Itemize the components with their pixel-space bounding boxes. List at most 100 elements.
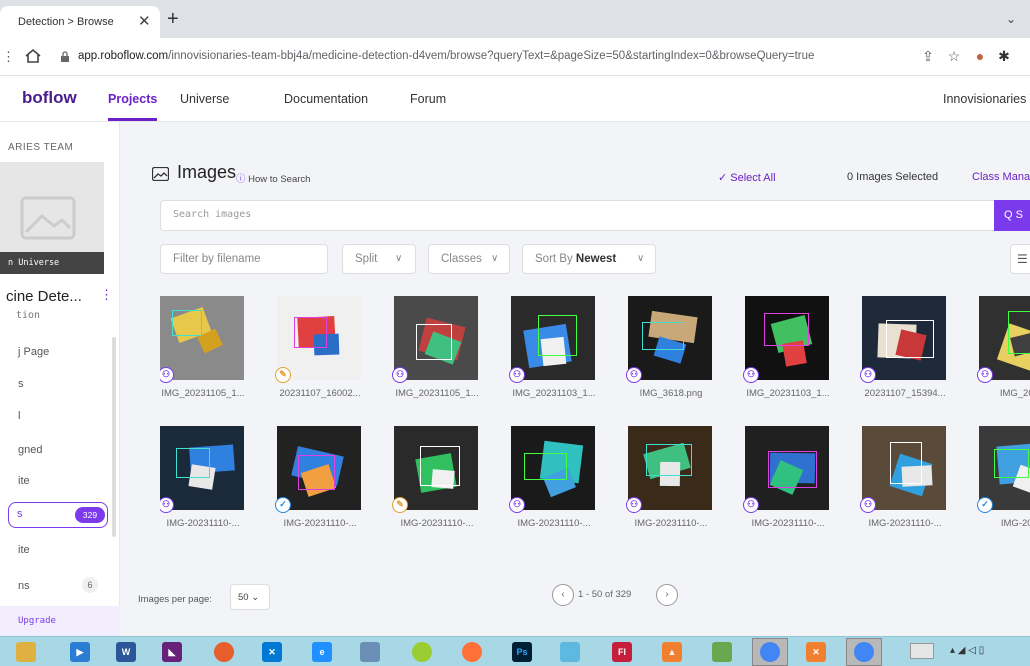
image-thumbnail[interactable]	[745, 296, 829, 380]
image-card[interactable]: ⚇ IMG-20231110-...	[626, 426, 712, 530]
new-tab-icon[interactable]: +	[167, 8, 179, 31]
image-thumbnail[interactable]	[160, 296, 244, 380]
media-icon[interactable]: ▶	[70, 642, 90, 662]
previous-page-button[interactable]: ‹	[552, 584, 574, 606]
upgrade-button[interactable]: Upgrade	[0, 606, 120, 636]
select-all-button[interactable]: ✓ Select All	[718, 171, 776, 184]
file-explorer-icon[interactable]	[16, 642, 36, 662]
check-icon: ✓	[977, 497, 993, 513]
android-icon[interactable]	[712, 642, 732, 662]
classes-label: Classes	[441, 253, 482, 265]
chevron-down-icon[interactable]: ⌄	[1006, 12, 1016, 26]
universe-banner[interactable]: n Universe	[0, 252, 104, 274]
search-button[interactable]: Q S	[994, 200, 1030, 231]
sort-dropdown[interactable]: Sort By Newest ∨	[522, 244, 656, 274]
next-page-button[interactable]: ›	[656, 584, 678, 606]
image-card[interactable]: ⚇ IMG_3618.png	[626, 296, 712, 400]
xampp-icon[interactable]: ✕	[806, 642, 826, 662]
sidebar-item-upload[interactable]: s	[18, 378, 24, 390]
vscode-icon[interactable]: ✕	[262, 642, 282, 662]
visual-studio-icon[interactable]: ◣	[162, 642, 182, 662]
green-app-icon[interactable]	[412, 642, 432, 662]
search-person-icon[interactable]	[360, 642, 380, 662]
image-card[interactable]: ⚇ IMG_20231103_1...	[509, 296, 596, 400]
photoshop-icon[interactable]: Ps	[512, 642, 532, 662]
sidebar-item-generate-2[interactable]: ite	[18, 544, 30, 556]
sidebar-item-annotate[interactable]: l	[18, 410, 20, 422]
orange-app-icon[interactable]	[214, 642, 234, 662]
split-dropdown[interactable]: Split ∨	[342, 244, 416, 274]
sidebar-item-overview[interactable]: j Page	[18, 346, 49, 358]
nav-documentation[interactable]: Documentation	[284, 92, 368, 106]
image-filename: IMG-20231110-...	[400, 518, 474, 529]
nav-universe[interactable]: Universe	[180, 92, 229, 106]
chrome-icon[interactable]	[760, 642, 780, 662]
dots-icon[interactable]: ⋮	[2, 49, 15, 65]
image-thumbnail[interactable]	[862, 296, 946, 380]
star-icon[interactable]: ☆	[946, 48, 962, 64]
roboflow-logo[interactable]: boflow	[22, 88, 77, 108]
image-card[interactable]: ⚇ IMG-20231110-...	[509, 426, 595, 530]
class-management-link[interactable]: Class Manag	[972, 171, 1030, 183]
flash-icon[interactable]: Fl	[612, 642, 632, 662]
image-thumbnail[interactable]	[862, 426, 946, 510]
nav-forum[interactable]: Forum	[410, 92, 446, 106]
image-thumbnail[interactable]	[160, 426, 244, 510]
image-thumbnail[interactable]	[628, 426, 712, 510]
image-card[interactable]: ⚇ IMG-20231110-...	[743, 426, 829, 530]
folder-icon[interactable]	[560, 642, 580, 662]
extension-icon[interactable]: ●	[972, 48, 988, 64]
home-icon[interactable]	[24, 47, 42, 65]
image-card[interactable]: ⚇ IMG_2023	[977, 296, 1030, 400]
image-thumbnail[interactable]	[277, 426, 361, 510]
sidebar-item-versions[interactable]: ns	[18, 580, 30, 592]
image-thumbnail[interactable]	[394, 296, 478, 380]
browser-tab[interactable]: Detection > Browse ✕	[0, 6, 160, 38]
system-tray[interactable]: ▴ ◢ ◁ ▯	[950, 645, 984, 656]
image-thumbnail[interactable]	[511, 426, 595, 510]
image-thumbnail[interactable]	[745, 426, 829, 510]
images-per-page-select[interactable]: 50 ⌄	[230, 584, 270, 610]
share-icon[interactable]: ⇪	[920, 48, 936, 64]
image-card[interactable]: ⚇ IMG-20231110-...	[860, 426, 946, 530]
close-tab-icon[interactable]: ✕	[138, 12, 151, 30]
filter-by-filename-input[interactable]: Filter by filename	[160, 244, 328, 274]
classes-dropdown[interactable]: Classes ∨	[428, 244, 510, 274]
puzzle-icon[interactable]: ✱	[996, 48, 1012, 64]
kebab-menu-icon[interactable]: ⋮	[100, 287, 113, 303]
image-thumbnail[interactable]	[394, 426, 478, 510]
image-card[interactable]: ✎ IMG-20231110-...	[392, 426, 478, 530]
image-card[interactable]: ⚇ IMG_20231103_1...	[743, 296, 830, 400]
nav-projects[interactable]: Projects	[108, 92, 158, 121]
workspace-menu[interactable]: Innovisionaries T	[943, 92, 1030, 106]
image-thumbnail[interactable]	[511, 296, 595, 380]
image-card[interactable]: ✓ IMG-2023	[977, 426, 1030, 530]
image-card[interactable]: ✎ 20231107_16002...	[275, 296, 361, 400]
sidebar-item-dataset[interactable]: s 329	[8, 502, 108, 528]
sidebar-item-generate[interactable]: ite	[18, 475, 30, 487]
image-card[interactable]: ⚇ 20231107_15394...	[860, 296, 946, 400]
image-filename: IMG-20231110-...	[751, 518, 825, 529]
image-card[interactable]: ✓ IMG-20231110-...	[275, 426, 361, 530]
keyboard-icon[interactable]	[910, 643, 934, 659]
firefox-icon[interactable]	[462, 642, 482, 662]
url-text[interactable]: app.roboflow.com/innovisionaries-team-bb…	[78, 50, 814, 62]
image-card[interactable]: ⚇ IMG_20231105_1...	[392, 296, 479, 400]
sidebar-scrollbar[interactable]	[112, 337, 116, 537]
word-icon[interactable]: W	[116, 642, 136, 662]
image-thumbnail[interactable]	[628, 296, 712, 380]
image-filename: 20231107_15394...	[864, 388, 946, 399]
lock-icon[interactable]	[60, 51, 70, 62]
chrome-icon-active[interactable]	[854, 642, 874, 662]
vlc-icon[interactable]: ▲	[662, 642, 682, 662]
edge-icon[interactable]: e	[312, 642, 332, 662]
list-view-icon[interactable]: ☰	[1010, 244, 1030, 274]
image-thumbnail[interactable]	[277, 296, 361, 380]
annotation-box	[994, 449, 1029, 478]
image-card[interactable]: ⚇ IMG-20231110-...	[160, 426, 244, 530]
search-input[interactable]	[173, 209, 873, 220]
person-icon: ⚇	[977, 367, 993, 383]
image-card[interactable]: ⚇ IMG_20231105_1...	[160, 296, 245, 400]
sidebar-item-unassigned[interactable]: gned	[18, 444, 42, 456]
how-to-search-link[interactable]: ⓘ How to Search	[236, 171, 310, 185]
